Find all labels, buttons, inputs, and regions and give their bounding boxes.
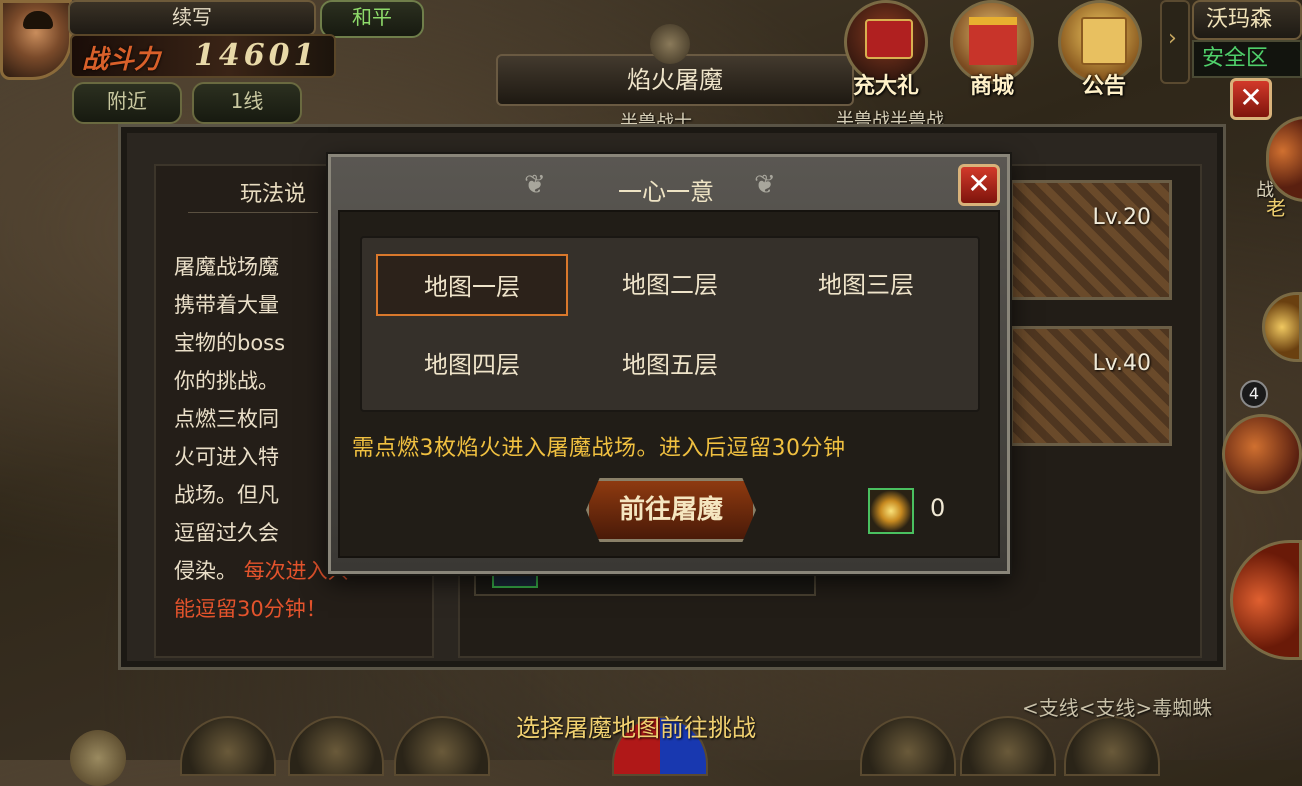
map-level-1: Lv.20 — [1092, 205, 1151, 230]
combat-power-value: 14601 — [194, 38, 319, 73]
map-card-2[interactable]: Lv.40 — [1010, 326, 1172, 446]
firework-count: 0 — [930, 494, 946, 522]
title-ornament-icon — [650, 24, 690, 64]
skill-slot-6[interactable] — [1064, 716, 1160, 776]
skill-slot-1[interactable] — [180, 716, 276, 776]
bottom-hint: 选择屠魔地图前往挑战 — [516, 714, 756, 742]
help-divider — [188, 212, 318, 213]
help-title: 玩法说 — [240, 182, 307, 207]
chat-tab[interactable]: 续写 — [68, 0, 316, 36]
skill-slot-2[interactable] — [288, 716, 384, 776]
gift-chest-icon — [865, 19, 913, 59]
side-skill-button-2[interactable] — [1262, 292, 1302, 362]
skill-slot-5[interactable] — [960, 716, 1056, 776]
floor-1-button[interactable]: 地图一层 — [376, 254, 568, 316]
notice-label: 公告 — [1081, 74, 1126, 99]
entry-requirement-notice: 需点燃3枚焰火进入屠魔战场。进入后逗留30分钟 — [352, 436, 846, 461]
close-icon: ✕ — [1239, 81, 1263, 114]
floor-4-button[interactable]: 地图四层 — [376, 334, 568, 396]
skill-slot-4[interactable] — [860, 716, 956, 776]
combat-power-label: 战斗力 — [82, 45, 161, 75]
scroll-icon — [1081, 17, 1127, 65]
attack-button[interactable] — [1230, 540, 1302, 660]
panel-close-button[interactable]: ✕ — [1230, 78, 1272, 120]
right-ornament-icon: ❦ — [754, 170, 776, 200]
chevron-right-icon: › — [1168, 26, 1177, 51]
floor-5-button[interactable]: 地图五层 — [574, 334, 766, 396]
firework-icon — [868, 488, 914, 534]
go-slay-button[interactable]: 前往屠魔 — [586, 478, 756, 542]
player-avatar[interactable] — [0, 0, 72, 80]
pk-mode-button[interactable]: 和平 — [320, 0, 424, 38]
shop-label: 商城 — [969, 74, 1014, 99]
dialog-title: 一心一意 — [618, 178, 714, 206]
menu-orb-button[interactable] — [70, 730, 126, 786]
dialog-close-button[interactable]: ✕ — [958, 164, 1000, 206]
map-card-1[interactable]: Lv.20 — [1010, 180, 1172, 300]
zone-name: 沃玛森 — [1192, 0, 1302, 40]
help-body: 屠魔战场魔 携带着大量 宝物的boss 你的挑战。 点燃三枚同 火可进入特 战场… — [174, 255, 286, 583]
help-warning-line2: 能逗留30分钟！ — [174, 597, 327, 621]
left-ornament-icon: ❦ — [524, 170, 546, 200]
side-skill-button-3[interactable] — [1222, 414, 1302, 494]
skill-slot-3[interactable] — [394, 716, 490, 776]
side-label-battle: 战 — [1256, 180, 1274, 201]
safe-zone-status: 安全区 — [1192, 40, 1302, 78]
combat-power-bar: 战斗力 14601 — [70, 34, 336, 78]
floor-2-button[interactable]: 地图二层 — [574, 254, 766, 316]
quest-tracker[interactable]: <支线<支线>毒蜘蛛 — [1022, 692, 1212, 721]
channel-line-button[interactable]: 1线 — [192, 82, 302, 124]
shop-building-icon — [969, 17, 1017, 65]
close-icon: ✕ — [967, 167, 991, 200]
recharge-gift-label: 充大礼 — [852, 74, 919, 99]
skill-count-badge: 4 — [1240, 380, 1268, 408]
menu-expand-arrow[interactable]: › — [1160, 0, 1190, 84]
map-level-2: Lv.40 — [1092, 351, 1151, 376]
floor-3-button[interactable]: 地图三层 — [770, 254, 962, 316]
channel-nearby-button[interactable]: 附近 — [72, 82, 182, 124]
